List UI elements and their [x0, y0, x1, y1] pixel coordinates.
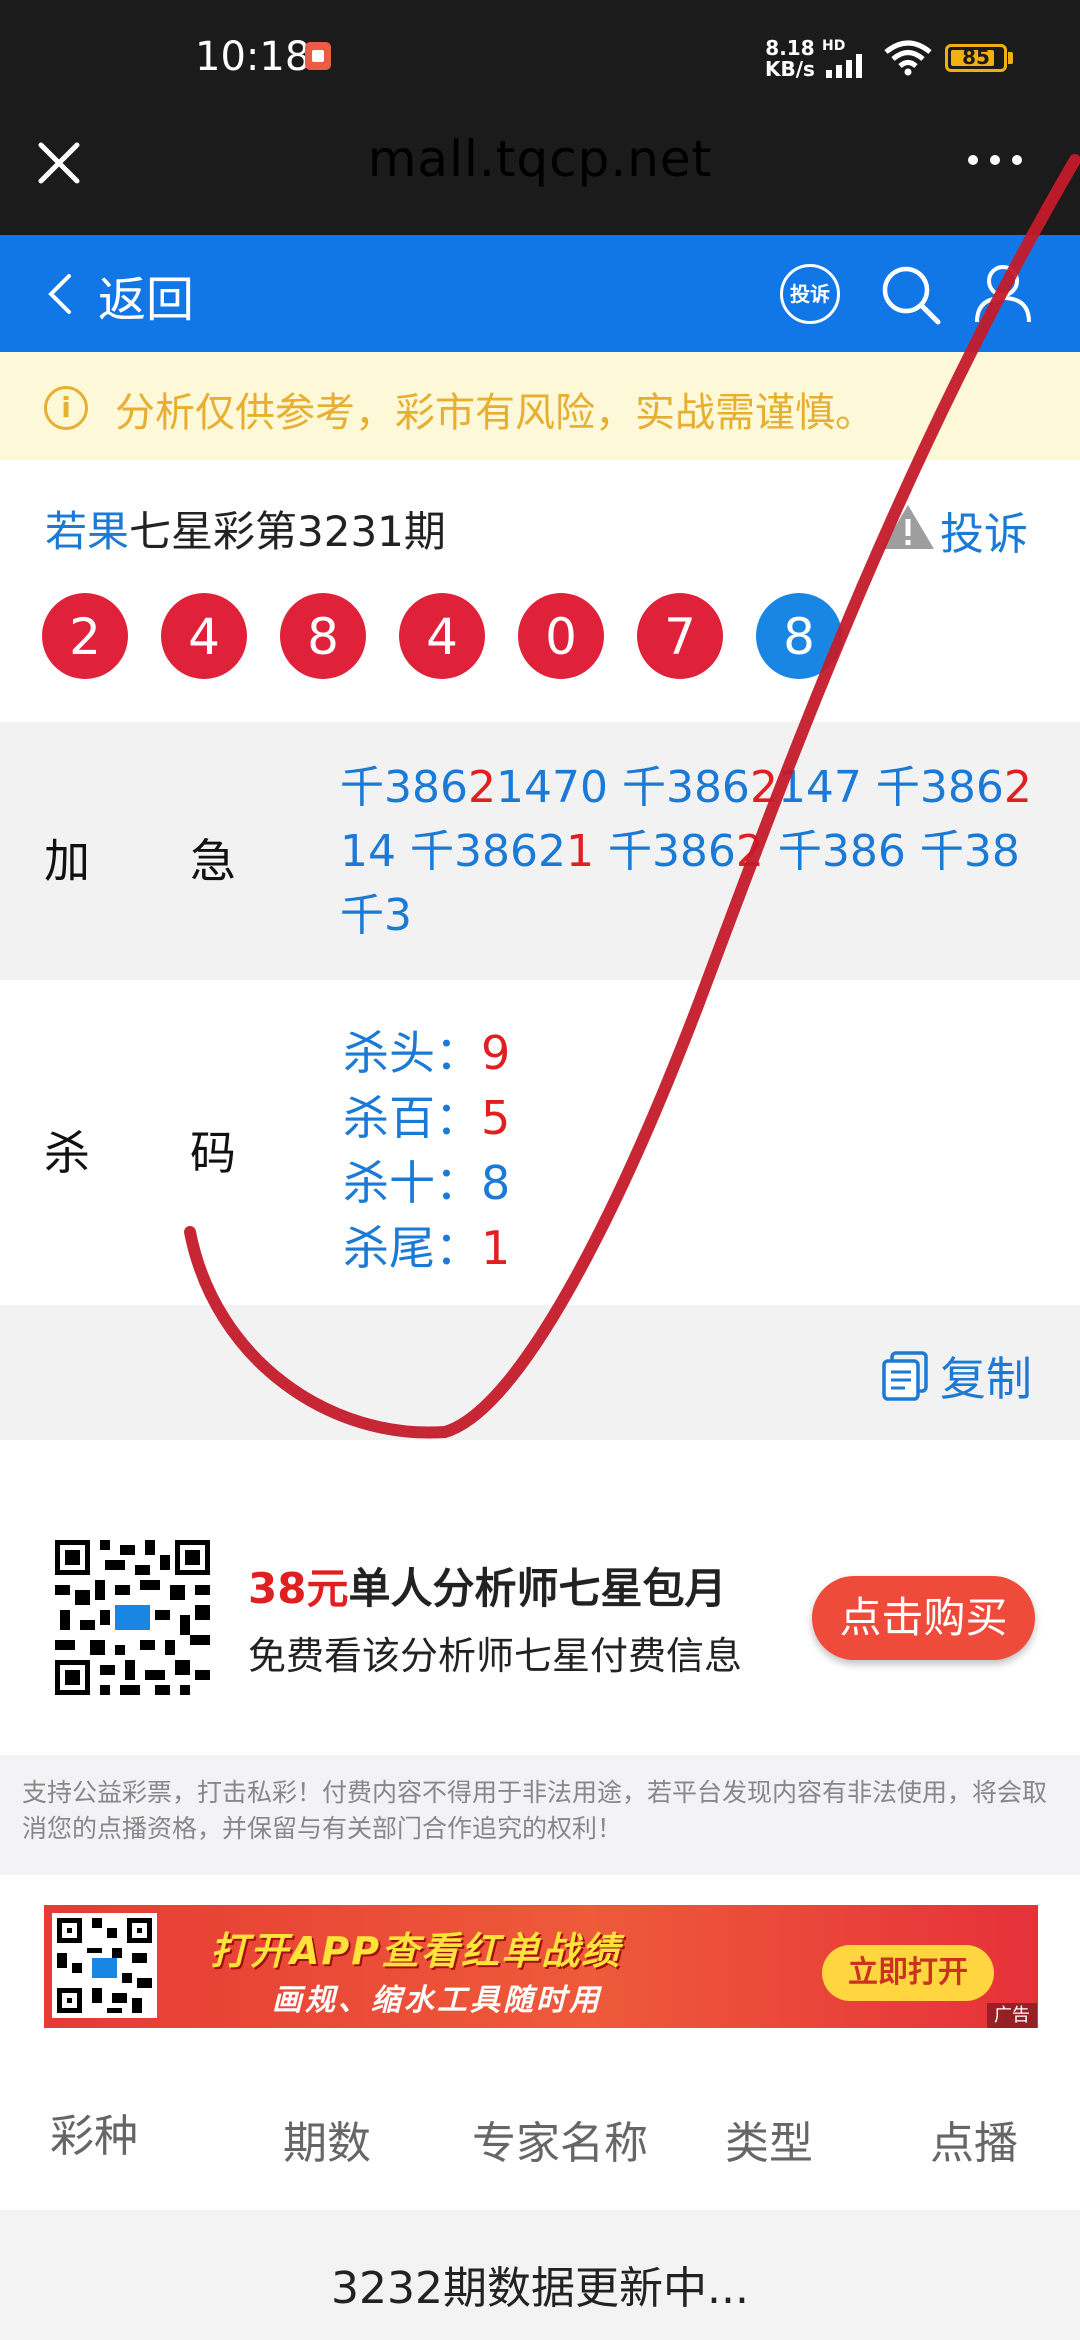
back-chevron-icon[interactable]: [45, 272, 75, 316]
banner-title: 打开APP查看红单战绩: [210, 1929, 622, 1973]
promo-title: 38元单人分析师七星包月: [248, 1555, 726, 1616]
jiaji-part: 2: [735, 826, 764, 877]
open-app-button[interactable]: 立即打开: [822, 1945, 994, 2001]
status-time: 10:18: [195, 34, 311, 80]
battery-level-text: 85: [962, 45, 990, 69]
browser-domain: mall.tqcp.net: [367, 130, 713, 188]
updating-message: 3232期数据更新中...: [331, 2263, 749, 2314]
kill-item-value: 9: [481, 1026, 511, 1080]
jiaji-part: 1470 千386: [495, 762, 750, 813]
table-header-expert: 专家名称: [472, 2118, 648, 2169]
table-header-issue: 期数: [283, 2118, 371, 2169]
jiaji-part: 2: [1003, 762, 1032, 813]
qr-code-icon: [50, 1535, 215, 1700]
number-ball: 0: [518, 593, 604, 679]
complain-link[interactable]: 投诉: [940, 498, 1028, 562]
kill-item: 杀尾：1: [343, 1212, 510, 1278]
kill-item: 杀十：8: [343, 1147, 510, 1213]
jiaji-label-2: 急: [190, 834, 236, 888]
notice-text: 支持公益彩票，打击私彩！付费内容不得用于非法用途，若平台发现内容有非法使用，将会…: [22, 1778, 1048, 1843]
table-header-type: 类型: [725, 2118, 813, 2169]
number-ball: 2: [42, 593, 128, 679]
ad-label: 广告: [987, 2003, 1037, 2028]
jiaji-part: 14 千3862: [340, 826, 566, 877]
complain-badge-icon[interactable]: 投诉: [780, 264, 840, 324]
battery-icon: 85: [945, 44, 1007, 72]
jiaji-part: 千386: [593, 826, 736, 877]
notification-icon: [305, 42, 331, 70]
back-button[interactable]: 返回: [98, 260, 194, 330]
banner-subtitle: 画规、缩水工具随时用: [272, 1983, 602, 2018]
jiaji-part: 1: [565, 826, 594, 877]
number-ball: 4: [161, 593, 247, 679]
kill-item-value: 1: [481, 1221, 511, 1275]
kill-item-value: 8: [481, 1156, 511, 1210]
jiaji-part: 千386: [340, 762, 468, 813]
copy-button[interactable]: 复制: [940, 1343, 1032, 1409]
kill-item: 杀头：9: [343, 1017, 510, 1083]
info-icon: i: [44, 386, 88, 430]
jiaji-label-1: 加: [44, 834, 90, 888]
number-ball-special: 8: [756, 593, 842, 679]
jiaji-part: 2: [749, 762, 778, 813]
promo-price: 38元: [248, 1564, 349, 1613]
net-speed: 8.18 KB/s: [765, 38, 815, 80]
issue-name: 七星彩第3231期: [129, 507, 446, 556]
number-ball: 4: [399, 593, 485, 679]
table-header-play: 点播: [930, 2118, 1018, 2169]
issue-title: 若果七星彩第3231期: [45, 498, 446, 559]
net-speed-value: 8.18: [765, 36, 815, 60]
kill-item-label: 杀头：: [343, 1026, 481, 1080]
wifi-icon: [884, 40, 932, 76]
copy-icon[interactable]: [880, 1350, 932, 1402]
kill-item-label: 杀尾：: [343, 1221, 481, 1275]
kill-item: 杀百：5: [343, 1082, 510, 1148]
promo-title-text: 单人分析师七星包月: [348, 1564, 727, 1613]
kill-item-value: 5: [481, 1091, 511, 1145]
table-header-lottery: 彩种: [50, 2111, 138, 2162]
complain-badge-label: 投诉: [790, 282, 830, 306]
signal-icon: [826, 54, 862, 78]
battery-tip: [1008, 52, 1013, 64]
search-icon[interactable]: [878, 262, 944, 328]
more-menu-icon[interactable]: [965, 150, 1025, 170]
banner-qr-code-icon: [52, 1913, 157, 2018]
user-icon[interactable]: [972, 262, 1034, 324]
buy-button[interactable]: 点击购买: [812, 1576, 1035, 1660]
warning-triangle-icon[interactable]: [880, 502, 936, 552]
kill-label-1: 杀: [44, 1126, 90, 1180]
jiaji-part: 147 千386: [777, 762, 1004, 813]
number-ball: 7: [637, 593, 723, 679]
promo-subtitle: 免费看该分析师七星付费信息: [248, 1634, 743, 1678]
kill-item-label: 杀十：: [343, 1156, 481, 1210]
kill-item-label: 杀百：: [343, 1091, 481, 1145]
kill-label-2: 码: [190, 1126, 236, 1180]
risk-warning-text: 分析仅供参考，彩市有风险，实战需谨慎。: [115, 390, 875, 436]
analyst-name[interactable]: 若果: [45, 507, 129, 556]
jiaji-part: 2: [467, 762, 496, 813]
number-ball: 8: [280, 593, 366, 679]
net-speed-unit: KB/s: [765, 57, 815, 81]
jiaji-content: 千38621470 千3862147 千386214 千38621 千3862 …: [340, 756, 1045, 948]
